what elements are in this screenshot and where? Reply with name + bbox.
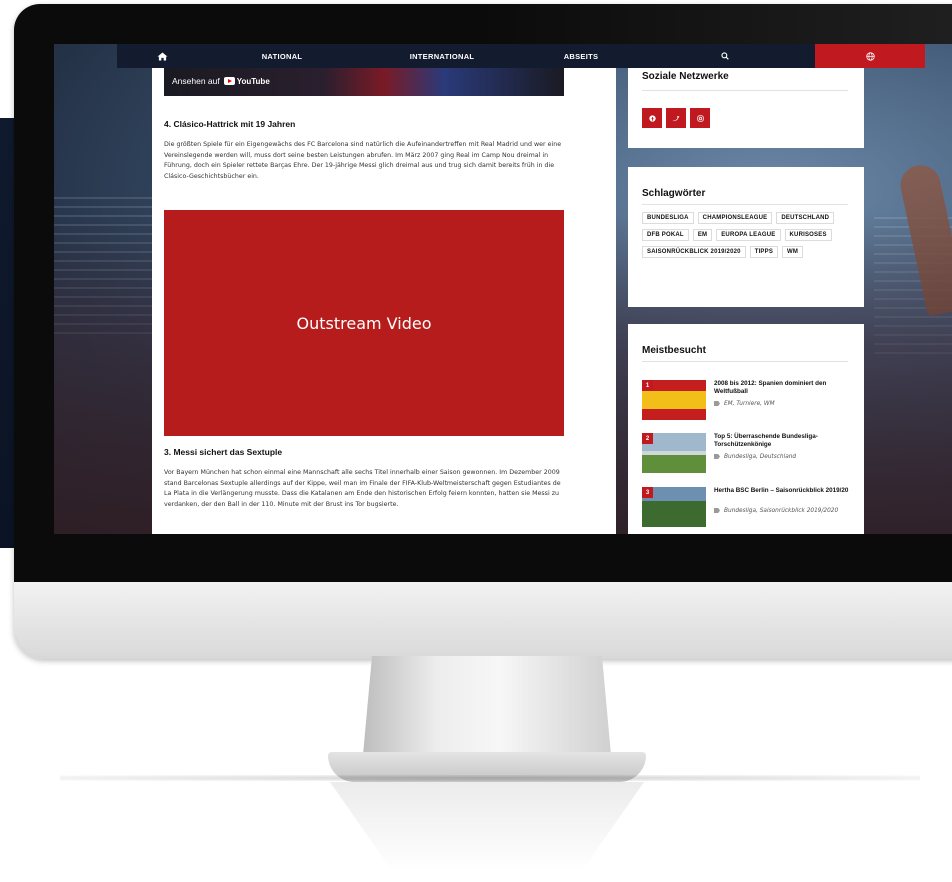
- floor-shadow: [60, 775, 920, 781]
- youtube-logo: YouTube: [223, 76, 270, 86]
- post-tags-text[interactable]: Bundesliga, Deutschland: [724, 454, 796, 460]
- tag-link[interactable]: CHAMPIONSLEAGUE: [697, 212, 773, 224]
- video-label: Outstream Video: [296, 313, 432, 333]
- twitter-button[interactable]: [666, 108, 686, 128]
- rank-badge: 2: [642, 433, 653, 444]
- tag-link[interactable]: WM: [782, 246, 804, 258]
- nav-search[interactable]: [635, 44, 815, 68]
- divider: [642, 90, 848, 91]
- facebook-button[interactable]: [642, 108, 662, 128]
- post-tags: EM, Turniere, WM: [714, 400, 850, 408]
- nav-home[interactable]: [117, 44, 207, 68]
- rank-badge: 1: [642, 380, 653, 391]
- outstream-video[interactable]: Outstream Video: [164, 210, 564, 436]
- facebook-icon: [648, 114, 656, 122]
- monitor-chin: [14, 582, 952, 656]
- post-title[interactable]: Top 5: Überraschende Bundesliga-Torschüt…: [714, 433, 850, 449]
- tag-icon: [714, 401, 720, 406]
- section-3-text: Vor Bayern München hat schon einmal eine…: [164, 469, 561, 508]
- nav-language[interactable]: [815, 44, 925, 68]
- nav-abseits[interactable]: ABSEITS: [527, 44, 635, 68]
- post-tags-text[interactable]: Bundesliga, Saisonrückblick 2019/2020: [724, 508, 838, 514]
- search-icon: [721, 52, 729, 60]
- tag-link[interactable]: KURISOSES: [784, 229, 832, 241]
- tags-title: Schlagwörter: [642, 188, 706, 199]
- tags-widget: Schlagwörter BUNDESLIGA CHAMPIONSLEAGUE …: [628, 167, 864, 307]
- tag-icon: [714, 454, 720, 459]
- monitor-gloss: [480, 4, 952, 44]
- most-visited-item[interactable]: 3 Hertha BSC Berlin – Saisonrückblick 20…: [642, 487, 852, 533]
- mockup-stage: Ansehen auf YouTube 4. Clásico-Hattrick …: [0, 0, 952, 882]
- most-visited-item[interactable]: 2 Top 5: Überraschende Bundesliga-Torsch…: [642, 433, 852, 479]
- monitor-stand: [362, 656, 612, 766]
- nav-international[interactable]: INTERNATIONAL: [357, 44, 527, 68]
- tag-link[interactable]: EM: [692, 229, 713, 241]
- youtube-embed[interactable]: Ansehen auf YouTube: [164, 68, 564, 96]
- post-tags: Bundesliga, Saisonrückblick 2019/2020: [714, 507, 850, 515]
- rank-badge: 3: [642, 487, 653, 498]
- article-content: Ansehen auf YouTube 4. Clásico-Hattrick …: [152, 44, 616, 534]
- tag-link[interactable]: BUNDESLIGA: [642, 212, 694, 224]
- social-title: Soziale Netzwerke: [642, 71, 729, 82]
- most-visited-widget: Meistbesucht 1 2008 bis 2012: Spanien do…: [628, 324, 864, 534]
- instagram-button[interactable]: [690, 108, 710, 128]
- youtube-watch-link[interactable]: Ansehen auf YouTube: [172, 76, 270, 86]
- divider: [642, 204, 848, 205]
- tag-link[interactable]: TIPPS: [749, 246, 779, 258]
- section-3-heading: 3. Messi sichert das Sextuple: [164, 447, 283, 457]
- section-4-heading: 4. Clásico-Hattrick mit 19 Jahren: [164, 119, 296, 129]
- tag-link[interactable]: SAISONRÜCKBLICK 2019/2020: [642, 246, 746, 258]
- home-icon: [157, 51, 167, 61]
- tag-link[interactable]: DEUTSCHLAND: [776, 212, 835, 224]
- post-title[interactable]: Hertha BSC Berlin – Saisonrückblick 2019…: [714, 487, 850, 495]
- twitter-icon: [672, 115, 680, 121]
- section-4-text: Die größten Spiele für ein Eigengewächs …: [164, 141, 562, 180]
- most-visited-item[interactable]: 1 2008 bis 2012: Spanien dominiert den W…: [642, 380, 852, 426]
- main-navbar: NATIONAL INTERNATIONAL ABSEITS: [117, 44, 925, 68]
- tag-cloud: BUNDESLIGA CHAMPIONSLEAGUE DEUTSCHLAND D…: [642, 212, 852, 258]
- tag-link[interactable]: EUROPA LEAGUE: [716, 229, 781, 241]
- youtube-brand: YouTube: [236, 76, 270, 86]
- globe-icon: [865, 51, 875, 61]
- post-title[interactable]: 2008 bis 2012: Spanien dominiert den Wel…: [714, 380, 850, 396]
- tag-link[interactable]: DFB POKAL: [642, 229, 689, 241]
- youtube-play-icon: [223, 77, 235, 85]
- most-visited-title: Meistbesucht: [642, 345, 706, 356]
- instagram-icon: [696, 114, 704, 122]
- watch-on-label: Ansehen auf: [172, 76, 220, 86]
- post-tags-text[interactable]: EM, Turniere, WM: [724, 401, 775, 407]
- nav-national[interactable]: NATIONAL: [207, 44, 357, 68]
- tag-icon: [714, 508, 720, 513]
- screen: Ansehen auf YouTube 4. Clásico-Hattrick …: [54, 44, 952, 534]
- divider: [642, 361, 848, 362]
- stand-reflection: [330, 782, 644, 872]
- post-tags: Bundesliga, Deutschland: [714, 453, 850, 461]
